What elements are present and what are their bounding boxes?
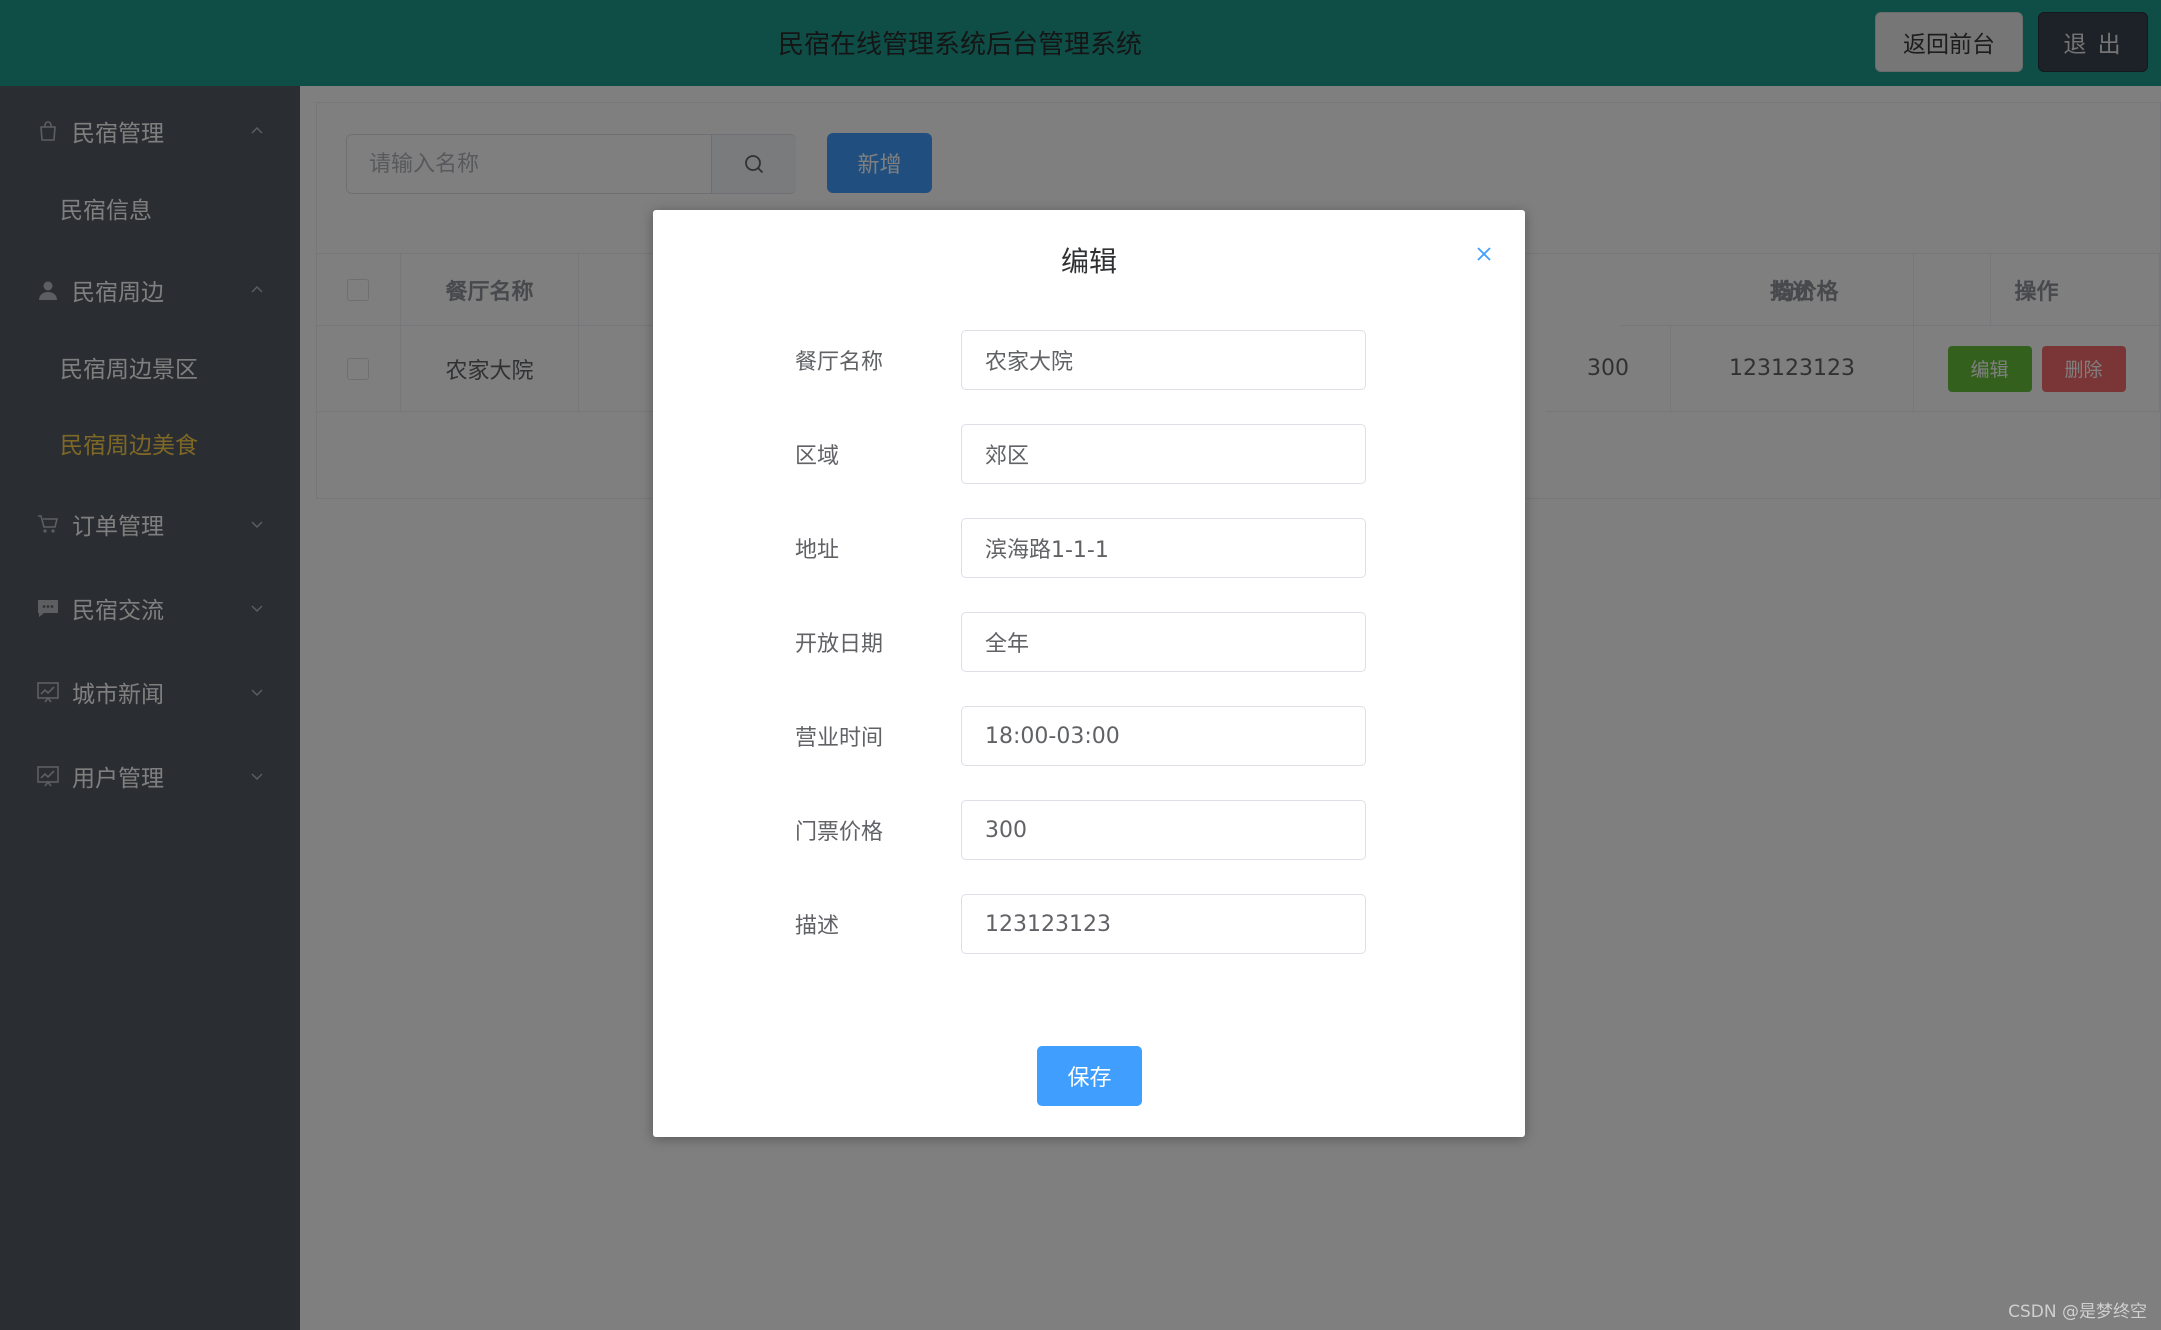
field-label-address: 地址: [795, 538, 840, 563]
close-icon[interactable]: [1470, 240, 1498, 268]
description-input[interactable]: [961, 894, 1366, 954]
address-input[interactable]: [961, 518, 1366, 578]
save-button[interactable]: 保存: [1037, 1046, 1142, 1106]
hours-input[interactable]: [961, 706, 1366, 766]
name-input[interactable]: [961, 330, 1366, 390]
region-input[interactable]: [961, 424, 1366, 484]
edit-dialog: 编辑 餐厅名称 区域 地址 开放日期 营业时间 门票价格 描述 保存: [653, 210, 1525, 1137]
field-label-open-date: 开放日期: [795, 632, 884, 657]
ticket-price-input[interactable]: [961, 800, 1366, 860]
open-date-input[interactable]: [961, 612, 1366, 672]
field-label-ticket-price: 门票价格: [795, 820, 884, 845]
field-label-region: 区域: [795, 444, 840, 469]
field-label-hours: 营业时间: [795, 726, 884, 751]
field-label-description: 描述: [795, 914, 840, 939]
field-label-name: 餐厅名称: [795, 350, 884, 375]
dialog-title: 编辑: [1060, 245, 1117, 278]
watermark: CSDN @是梦终空: [2008, 1302, 2147, 1322]
